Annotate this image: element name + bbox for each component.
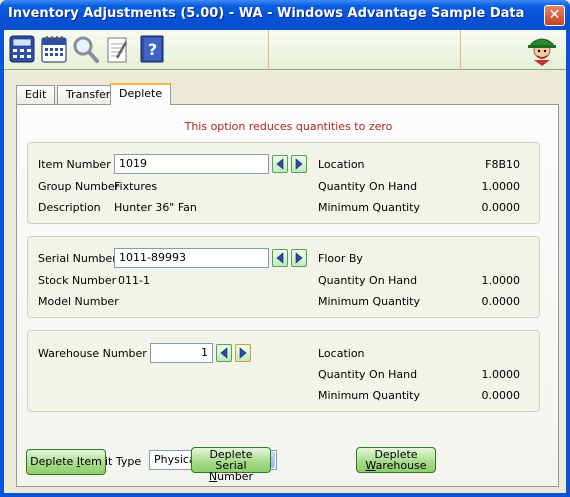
arrow-right-icon <box>295 252 303 264</box>
serial-number-label: Serial Number <box>38 252 117 265</box>
deplete-item-label-post: tem <box>80 455 102 468</box>
calculator-icon[interactable] <box>8 34 36 64</box>
qoh-value: 1.0000 <box>481 180 521 193</box>
client-area: ? Edit Transfer Deplete This option redu… <box>4 30 566 493</box>
warehouse-prev-button[interactable] <box>216 344 232 362</box>
serial-qoh-label: Quantity On Hand <box>318 274 418 287</box>
magnifier-icon[interactable] <box>72 34 100 64</box>
toolbar-divider <box>268 30 269 70</box>
deplete-serial-number-button[interactable]: Deplete Serial Number <box>191 447 271 482</box>
deplete-panel: This option reduces quantities to zero I… <box>16 104 559 487</box>
deplete-item-button[interactable]: Deplete Item <box>26 449 106 475</box>
serial-next-button[interactable] <box>291 249 307 267</box>
warehouse-number-label: Warehouse Number <box>38 347 147 360</box>
toolbar-divider <box>460 30 461 70</box>
warehouse-next-button[interactable] <box>235 344 251 362</box>
deplete-notice: This option reduces quantities to zero <box>184 120 393 133</box>
warehouse-qoh-label: Quantity On Hand <box>318 368 418 381</box>
warehouse-min-qty-value: 0.0000 <box>481 389 521 402</box>
calendar-icon[interactable] <box>40 34 68 64</box>
description-label: Description <box>38 201 101 214</box>
arrow-right-icon <box>295 158 303 170</box>
tab-deplete[interactable]: Deplete <box>110 83 172 105</box>
warehouse-min-qty-label: Minimum Quantity <box>318 389 421 402</box>
notepad-icon[interactable] <box>104 34 132 64</box>
svg-text:?: ? <box>148 40 157 59</box>
window-title: Inventory Adjustments (5.00) - WA - Wind… <box>8 6 525 21</box>
model-number-label: Model Number <box>38 295 119 308</box>
group-number-value: Fixtures <box>114 180 158 193</box>
title-bar[interactable]: Inventory Adjustments (5.00) - WA - Wind… <box>0 0 570 30</box>
item-number-label: Item Number <box>38 158 111 171</box>
close-button[interactable]: ✕ <box>544 5 565 26</box>
tab-edit[interactable]: Edit <box>16 85 56 104</box>
location-label: Location <box>318 158 365 171</box>
arrow-left-icon <box>276 252 284 264</box>
serial-number-input[interactable]: 1011-89993 <box>114 248 269 268</box>
floor-by-label: Floor By <box>318 252 363 265</box>
deplete-serial-accel: N <box>208 470 218 483</box>
arrow-left-icon <box>276 158 284 170</box>
item-number-input[interactable]: 1019 <box>114 154 269 174</box>
group-number-label: Group Number <box>38 180 120 193</box>
item-prev-button[interactable] <box>272 155 288 173</box>
deplete-warehouse-button[interactable]: Deplete Warehouse <box>356 447 436 473</box>
item-group: Item Number 1019 Group Number Fixtures D… <box>27 142 540 224</box>
deplete-warehouse-post: arehouse <box>375 459 427 472</box>
stock-number-value: 011-1 <box>118 274 150 287</box>
serial-min-qty-value: 0.0000 <box>481 295 521 308</box>
serial-group: Serial Number 1011-89993 Stock Number 01… <box>27 236 540 318</box>
item-next-button[interactable] <box>291 155 307 173</box>
warehouse-number-input[interactable]: 1 <box>150 343 213 363</box>
warehouse-qoh-value: 1.0000 <box>481 368 521 381</box>
warehouse-group: Warehouse Number 1 Location Quantity On … <box>27 330 540 412</box>
location-value: F8B10 <box>485 158 520 171</box>
serial-qoh-value: 1.0000 <box>481 274 521 287</box>
warehouse-location-label: Location <box>318 347 365 360</box>
toolbar: ? <box>4 30 566 70</box>
qoh-label: Quantity On Hand <box>318 180 418 193</box>
min-qty-label: Minimum Quantity <box>318 201 421 214</box>
serial-prev-button[interactable] <box>272 249 288 267</box>
deplete-item-label-pre: Deplete <box>30 455 77 468</box>
description-value: Hunter 36" Fan <box>114 201 197 214</box>
serial-min-qty-label: Minimum Quantity <box>318 295 421 308</box>
min-qty-value: 0.0000 <box>481 201 521 214</box>
arrow-left-icon <box>220 347 228 359</box>
help-book-icon[interactable]: ? <box>138 34 166 64</box>
app-window: Inventory Adjustments (5.00) - WA - Wind… <box>0 0 570 497</box>
deplete-warehouse-accel: W <box>365 459 376 472</box>
mascot-icon[interactable] <box>524 32 560 68</box>
deplete-serial-post: umber <box>217 470 254 483</box>
stock-number-label: Stock Number <box>38 274 117 287</box>
arrow-right-icon <box>239 347 247 359</box>
